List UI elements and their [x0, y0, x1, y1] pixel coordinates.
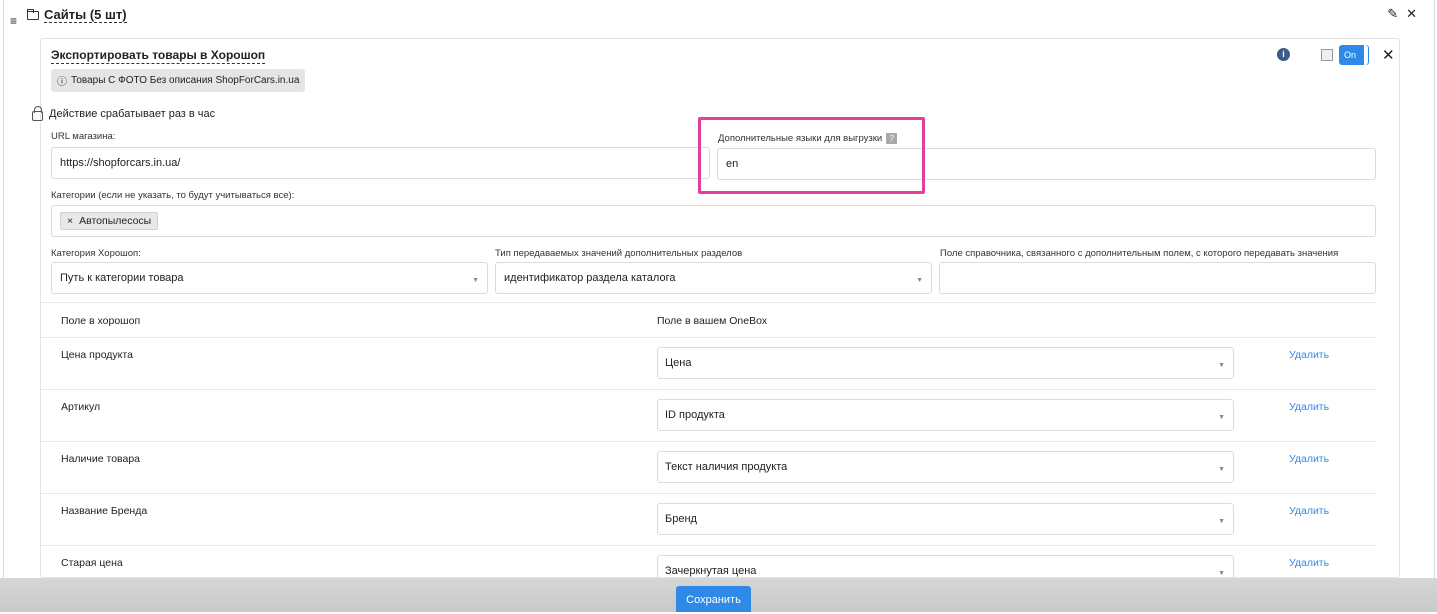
chevron-down-icon: ▼ [916, 277, 923, 284]
horoshop-category-label: Категория Хорошоп: [51, 248, 141, 259]
trigger-info: Действие срабатывает раз в час [32, 106, 215, 121]
save-button[interactable]: Сохранить [676, 586, 751, 612]
onebox-field-select[interactable]: Бренд ▼ [657, 503, 1234, 535]
lock-icon [32, 106, 43, 121]
copy-icon[interactable] [1321, 49, 1333, 61]
directory-field-input[interactable] [939, 262, 1376, 294]
onebox-field-select[interactable]: ID продукта ▼ [657, 399, 1234, 431]
card-title[interactable]: Экспортировать товары в Хорошоп [51, 48, 266, 64]
category-chip[interactable]: × Автопылесосы [60, 212, 159, 230]
delete-link[interactable]: Удалить [1289, 557, 1329, 569]
chevron-down-icon: ▼ [1218, 518, 1225, 525]
url-input[interactable]: https://shopforcars.in.ua/ [51, 147, 710, 179]
onebox-field-select[interactable]: Зачеркнутая цена ▼ [657, 555, 1234, 578]
horoshop-category-select[interactable]: Путь к категории товара ▼ [51, 262, 488, 294]
onebox-field-select[interactable]: Цена ▼ [657, 347, 1234, 379]
value-type-select[interactable]: идентификатор раздела каталога ▼ [495, 262, 932, 294]
mapping-row: Наличие товара Текст наличия продукта ▼ У… [40, 442, 1376, 494]
enable-toggle[interactable]: On [1339, 45, 1368, 65]
chevron-down-icon: ▼ [1218, 362, 1225, 369]
mapping-row: Старая цена Зачеркнутая цена ▼ Удалить [40, 546, 1376, 578]
info-circle-icon: ⓘ [57, 77, 67, 88]
mapping-row: Артикул ID продукта ▼ Удалить [40, 390, 1376, 442]
mapping-header: Поле в хорошоп Поле в вашем OneBox [40, 302, 1376, 338]
delete-link[interactable]: Удалить [1289, 401, 1329, 413]
close-icon[interactable]: ✕ [1406, 6, 1417, 22]
onebox-field-select[interactable]: Текст наличия продукта ▼ [657, 451, 1234, 483]
pencil-icon[interactable]: ✎ [1387, 6, 1398, 22]
value-type-label: Тип передаваемых значений дополнительных… [495, 248, 743, 259]
delete-link[interactable]: Удалить [1289, 505, 1329, 517]
info-icon[interactable]: i [1277, 48, 1290, 61]
highlight-box [698, 117, 925, 194]
mapping-row: Название Бренда Бренд ▼ Удалить [40, 494, 1376, 546]
folder-icon [27, 8, 39, 20]
filter-tag: ⓘ Товары С ФОТО Без описания ShopForCars… [51, 69, 306, 92]
categories-input[interactable]: × Автопылесосы [51, 205, 1376, 237]
chevron-down-icon: ▼ [1218, 414, 1225, 421]
delete-link[interactable]: Удалить [1289, 453, 1329, 465]
section-title[interactable]: Сайты (5 шт) [27, 7, 127, 23]
chevron-down-icon: ▼ [472, 277, 479, 284]
chip-remove-icon[interactable]: × [67, 215, 73, 227]
directory-field-label: Поле справочника, связанного с дополните… [940, 248, 1339, 259]
url-label: URL магазина: [51, 131, 116, 142]
delete-link[interactable]: Удалить [1289, 349, 1329, 361]
chevron-down-icon: ▼ [1218, 570, 1225, 577]
menu-icon[interactable]: ≡ [10, 14, 17, 28]
categories-label: Категории (если не указать, то будут учи… [51, 190, 295, 201]
chevron-down-icon: ▼ [1218, 466, 1225, 473]
card-close-icon[interactable]: ✕ [1382, 46, 1395, 64]
mapping-row: Цена продукта Цена ▼ Удалить [40, 338, 1376, 390]
